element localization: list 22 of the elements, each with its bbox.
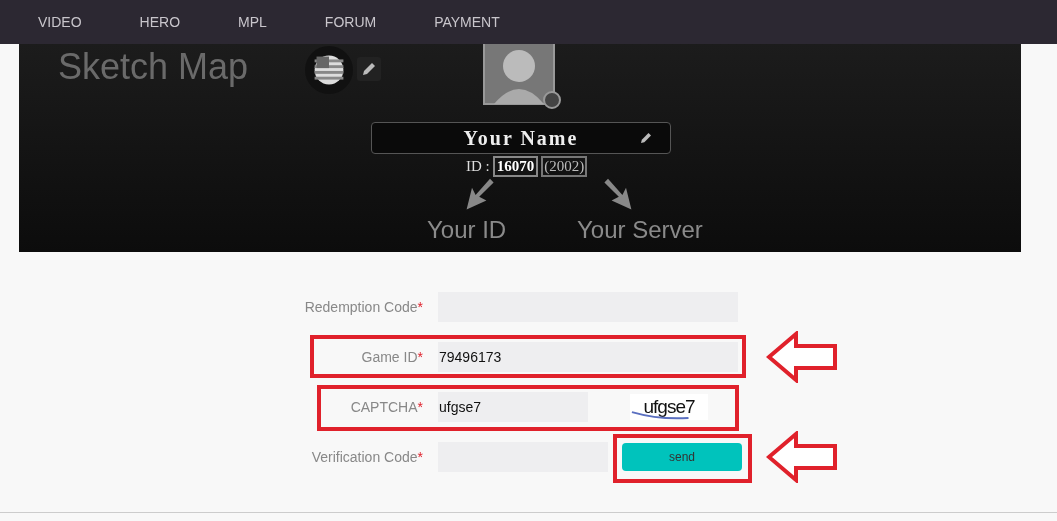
input-field[interactable]: ufgse7 [438,392,588,422]
nav-link[interactable]: VIDEO [38,14,82,30]
nav-link[interactable]: HERO [139,14,181,30]
banner-title: Sketch Map [58,46,249,88]
callout-label: Your Server [577,216,703,244]
send-button[interactable]: send [622,443,742,471]
nav-link[interactable]: PAYMENT [434,14,500,30]
nav-link[interactable]: MPL [238,14,267,30]
edit-icon[interactable] [357,57,381,81]
input-field[interactable]: 79496173 [438,342,738,372]
nav-link[interactable]: FORUM [324,14,377,30]
flag-icon [305,46,353,94]
field-label: Redemption Code* [303,299,423,315]
field-label: Game ID* [360,349,423,365]
field-label: CAPTCHA* [349,399,423,415]
field-label: Verification Code* [310,449,423,465]
id-value: 16070 [492,156,539,177]
player-name: Your Name [463,126,579,150]
server-value: (2002) [541,156,588,177]
callout-label: Your ID [427,216,507,244]
captcha-image: ufgse7 [630,394,708,420]
id-label: ID : [466,158,490,175]
